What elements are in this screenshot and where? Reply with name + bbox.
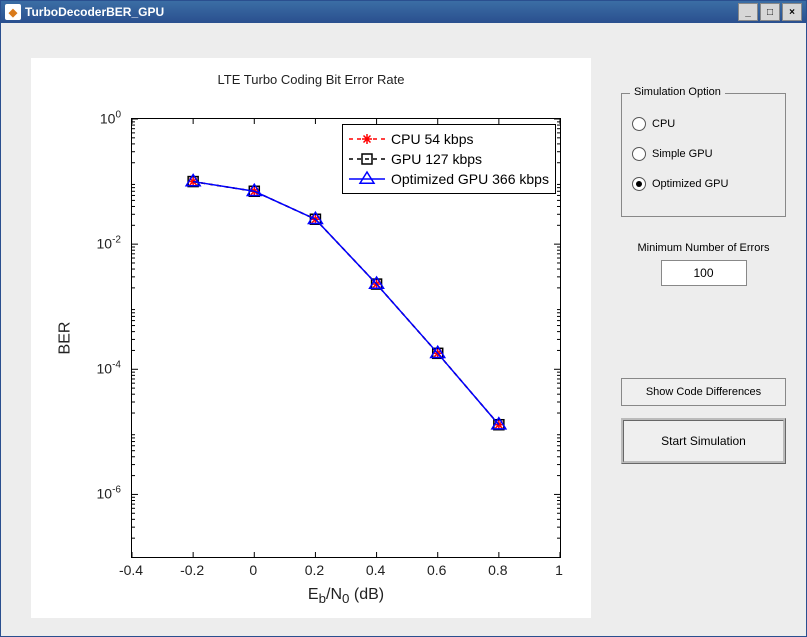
legend-entry: Optimized GPU 366 kbps xyxy=(349,169,549,189)
y-axis-label: BER xyxy=(56,322,74,355)
y-tick-label: 10-6 xyxy=(31,485,121,502)
simulation-option-title: Simulation Option xyxy=(630,86,725,98)
chart-title: LTE Turbo Coding Bit Error Rate xyxy=(31,72,591,87)
legend-entry: GPU 127 kbps xyxy=(349,149,549,169)
window-title: TurboDecoderBER_GPU xyxy=(25,5,738,19)
titlebar: ◆ TurboDecoderBER_GPU _ □ × xyxy=(1,1,806,23)
legend: CPU 54 kbps GPU 127 kbps Optimized GPU 366… xyxy=(342,124,556,194)
x-tick-label: 0.2 xyxy=(305,562,324,578)
x-tick-label: 0 xyxy=(249,562,257,578)
y-tick-label: 10-4 xyxy=(31,360,121,377)
simulation-option-group: Simulation Option CPUSimple GPUOptimized… xyxy=(621,93,786,217)
legend-label: CPU 54 kbps xyxy=(391,131,473,147)
radio-simple-gpu[interactable]: Simple GPU xyxy=(632,144,775,164)
x-tick-label: 0.6 xyxy=(427,562,446,578)
x-tick-label: -0.2 xyxy=(180,562,204,578)
close-button[interactable]: × xyxy=(782,3,802,21)
side-panel: Simulation Option CPUSimple GPUOptimized… xyxy=(621,93,786,464)
show-code-differences-button[interactable]: Show Code Differences xyxy=(621,378,786,406)
x-tick-label: 0.4 xyxy=(366,562,385,578)
chart-panel: LTE Turbo Coding Bit Error Rate BER CPU … xyxy=(31,58,591,618)
min-errors-label: Minimum Number of Errors xyxy=(621,242,786,254)
legend-swatch-icon xyxy=(349,152,385,166)
x-axis-label: Eb/N0 (dB) xyxy=(131,586,561,606)
legend-label: Optimized GPU 366 kbps xyxy=(391,171,549,187)
radio-label: Optimized GPU xyxy=(652,178,728,190)
app-window: ◆ TurboDecoderBER_GPU _ □ × LTE Turbo Co… xyxy=(0,0,807,637)
window-controls: _ □ × xyxy=(738,3,802,21)
legend-swatch-icon xyxy=(349,172,385,186)
legend-entry: CPU 54 kbps xyxy=(349,129,549,149)
radio-icon xyxy=(632,117,646,131)
x-tick-label: 1 xyxy=(555,562,563,578)
y-tick-label: 10-2 xyxy=(31,235,121,252)
min-errors-input[interactable] xyxy=(661,260,747,286)
matlab-icon: ◆ xyxy=(5,4,21,20)
radio-cpu[interactable]: CPU xyxy=(632,114,775,134)
radio-label: CPU xyxy=(652,118,675,130)
y-tick-label: 100 xyxy=(31,110,121,127)
min-errors-group: Minimum Number of Errors xyxy=(621,242,786,286)
legend-swatch-icon xyxy=(349,132,385,146)
x-tick-label: 0.8 xyxy=(488,562,507,578)
legend-label: GPU 127 kbps xyxy=(391,151,482,167)
radio-icon xyxy=(632,177,646,191)
content-area: LTE Turbo Coding Bit Error Rate BER CPU … xyxy=(1,23,806,636)
radio-optimized-gpu[interactable]: Optimized GPU xyxy=(632,174,775,194)
maximize-button[interactable]: □ xyxy=(760,3,780,21)
start-simulation-button[interactable]: Start Simulation xyxy=(621,418,786,464)
minimize-button[interactable]: _ xyxy=(738,3,758,21)
plot-area: CPU 54 kbps GPU 127 kbps Optimized GPU 366… xyxy=(131,118,561,558)
radio-icon xyxy=(632,147,646,161)
radio-label: Simple GPU xyxy=(652,148,713,160)
x-tick-label: -0.4 xyxy=(119,562,143,578)
